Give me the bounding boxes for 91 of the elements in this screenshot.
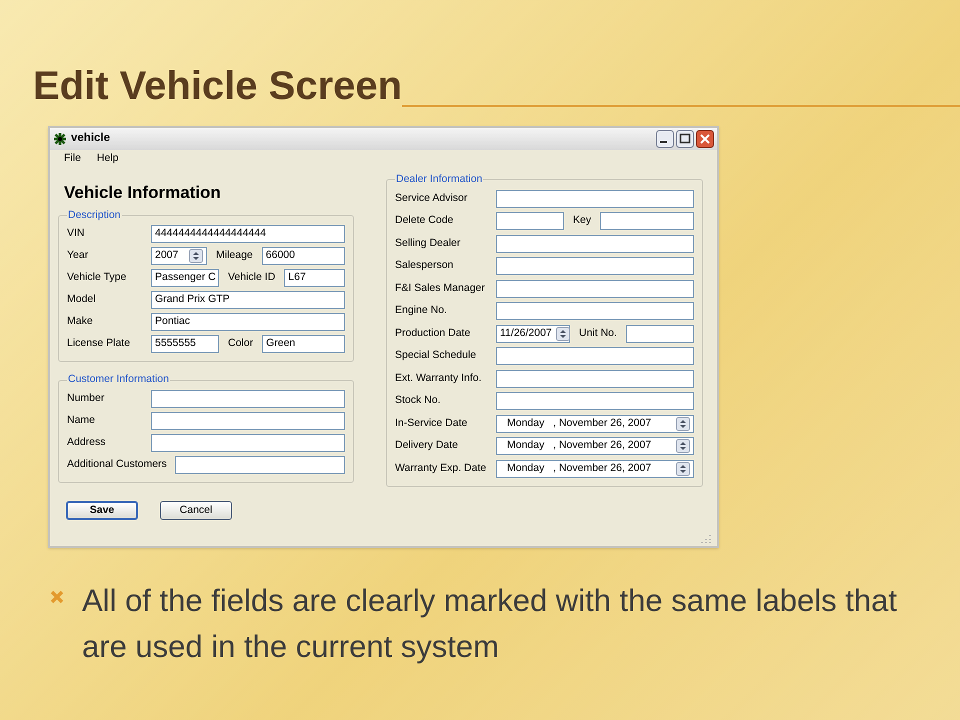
field-value: Green	[266, 336, 296, 352]
field-label: Delete Code	[395, 213, 454, 228]
number-spinner-field[interactable]: 11/26/2007	[496, 324, 570, 343]
maximize-icon[interactable]	[676, 130, 694, 148]
cancel-button[interactable]: Cancel	[160, 501, 232, 520]
field-value: Monday , November 26, 2007	[507, 460, 652, 476]
text-field[interactable]	[626, 324, 694, 343]
text-field[interactable]	[496, 370, 694, 388]
date-picker-field[interactable]: Monday , November 26, 2007	[496, 414, 694, 433]
text-field[interactable]	[496, 280, 694, 298]
field-label: Mileage	[215, 248, 254, 264]
text-field[interactable]	[151, 434, 345, 452]
close-icon[interactable]	[696, 130, 714, 148]
number-spinner-field[interactable]: 2007	[151, 247, 207, 266]
field-value: 5555555	[155, 336, 196, 352]
text-field[interactable]: Grand Prix GTP	[151, 291, 345, 310]
field-label: Delivery Date	[395, 438, 460, 454]
spinner-arrows-icon[interactable]	[676, 462, 690, 476]
menu-item[interactable]: File	[64, 151, 81, 167]
text-field[interactable]: L67	[284, 269, 345, 288]
slide-title: Edit Vehicle Screen	[33, 66, 402, 108]
field-label: Vehicle Type	[67, 270, 128, 286]
field-label: F&I Sales Manager	[395, 280, 486, 296]
resize-grip-icon[interactable]	[701, 534, 711, 544]
field-label: Service Advisor	[395, 190, 468, 206]
group-label: Description	[67, 208, 122, 222]
spinner-arrows-icon[interactable]	[676, 439, 690, 454]
date-picker-field[interactable]: Monday , November 26, 2007	[496, 437, 694, 456]
group-label: Customer Information	[67, 372, 170, 388]
field-label: Unit No.	[578, 326, 618, 341]
field-label: Color	[227, 336, 254, 352]
field-label: Salesperson	[395, 258, 454, 274]
field-value: Monday , November 26, 2007	[507, 438, 652, 454]
field-value: L67	[288, 270, 306, 286]
field-label: Ext. Warranty Info.	[395, 370, 483, 386]
text-field[interactable]: Pontiac	[151, 313, 345, 332]
field-value: Monday , November 26, 2007	[507, 416, 652, 431]
field-label: VIN	[67, 226, 86, 242]
text-field[interactable]: 4444444444444444444	[151, 225, 345, 244]
field-value: Grand Prix GTP	[155, 292, 230, 308]
text-field[interactable]: Green	[262, 335, 345, 354]
text-field[interactable]: 66000	[262, 247, 345, 266]
text-field[interactable]	[496, 347, 694, 366]
text-field[interactable]	[496, 190, 694, 208]
field-label: Additional Customers	[67, 457, 168, 472]
field-label: Model	[67, 292, 97, 308]
field-label: Engine No.	[395, 303, 448, 318]
bullet-text: All of the fields are clearly marked with the same labels that are used in the current system	[82, 582, 898, 666]
field-label: Year	[67, 248, 90, 264]
save-button[interactable]: Save	[66, 501, 138, 520]
text-field[interactable]: 5555555	[151, 335, 219, 354]
app-icon	[53, 132, 67, 146]
field-label: Special Schedule	[395, 348, 478, 364]
window-title: vehicle	[71, 131, 110, 146]
field-label: Vehicle ID	[227, 270, 276, 286]
menu-item[interactable]: Help	[96, 151, 119, 167]
text-field[interactable]	[496, 302, 694, 320]
minimize-icon[interactable]	[656, 130, 674, 148]
field-label: Address	[67, 435, 107, 450]
field-label: Name	[67, 413, 96, 428]
field-value: 4444444444444444444	[155, 226, 266, 242]
text-field[interactable]	[496, 392, 694, 410]
text-field[interactable]	[496, 257, 694, 276]
text-field[interactable]: Passenger C	[151, 269, 219, 288]
spinner-arrows-icon[interactable]	[676, 416, 690, 431]
text-field[interactable]	[174, 456, 345, 474]
field-label: Key	[572, 213, 592, 228]
field-label: Stock No.	[395, 393, 442, 408]
field-value: 11/26/2007	[500, 326, 552, 341]
text-field[interactable]	[600, 212, 694, 230]
text-field[interactable]	[496, 212, 564, 230]
spinner-arrows-icon[interactable]	[556, 326, 570, 341]
field-label: Warranty Exp. Date	[395, 460, 488, 476]
field-label: License Plate	[67, 336, 132, 352]
field-value: Passenger C	[155, 270, 216, 286]
field-value: 2007	[155, 248, 178, 264]
field-value: Pontiac	[155, 314, 190, 330]
field-label: In-Service Date	[395, 416, 468, 431]
field-label: Make	[67, 314, 94, 330]
field-label: Number	[67, 391, 106, 406]
group-label: Dealer Information	[395, 172, 484, 187]
spinner-arrows-icon[interactable]	[189, 249, 203, 264]
form-heading: Vehicle Information	[64, 182, 222, 204]
field-label: Production Date	[395, 326, 472, 341]
text-field[interactable]	[151, 390, 345, 408]
bullet-icon	[50, 590, 64, 604]
field-value: 66000	[266, 248, 295, 264]
field-label: Selling Dealer	[395, 236, 462, 251]
text-field[interactable]	[496, 234, 694, 253]
text-field[interactable]	[151, 412, 345, 430]
date-picker-field[interactable]: Monday , November 26, 2007	[496, 460, 694, 478]
